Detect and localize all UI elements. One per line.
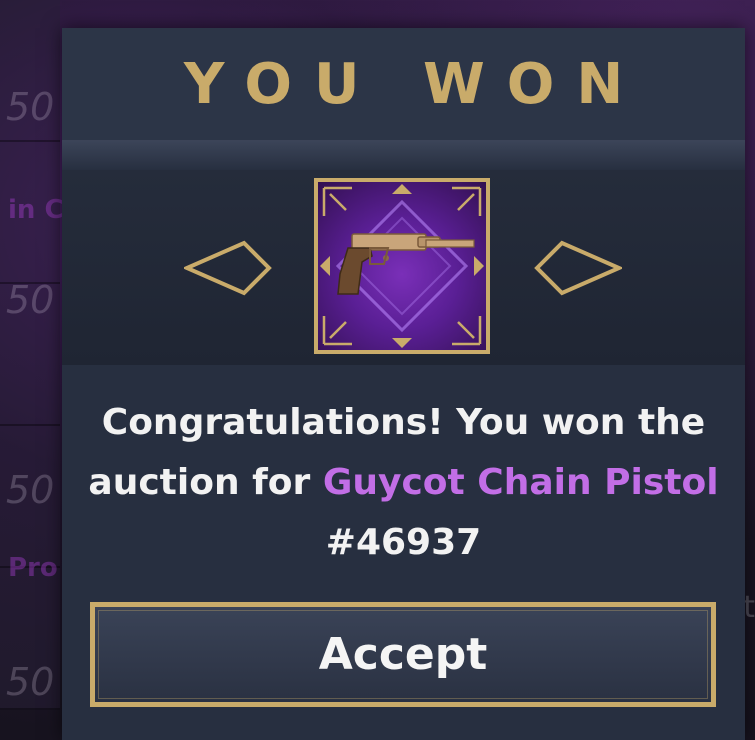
item-serial-number: #46937: [325, 522, 482, 563]
you-won-dialog: YOU WON Congratulations! You won the auc…: [62, 28, 745, 740]
pistol-icon: [320, 184, 484, 348]
win-message: Congratulations! You won the auction for…: [82, 393, 725, 573]
diamond-ornament-right-icon: [534, 240, 622, 296]
accept-button-label: Accept: [318, 629, 488, 680]
background-tag: in C: [8, 195, 64, 225]
diamond-ornament-left-icon: [184, 240, 272, 296]
dialog-title: YOU WON: [183, 51, 646, 117]
background-tag: Pro: [8, 553, 58, 583]
item-icon-frame: [314, 178, 490, 354]
item-name-highlight: Guycot Chain Pistol: [322, 462, 719, 503]
background-price: 50: [6, 660, 55, 704]
background-price: 50: [6, 278, 55, 322]
background-price: 50: [6, 468, 55, 512]
dialog-header: YOU WON: [62, 28, 745, 143]
accept-button[interactable]: Accept: [90, 602, 716, 707]
header-divider: [62, 140, 745, 170]
background-price: 50: [6, 85, 55, 129]
